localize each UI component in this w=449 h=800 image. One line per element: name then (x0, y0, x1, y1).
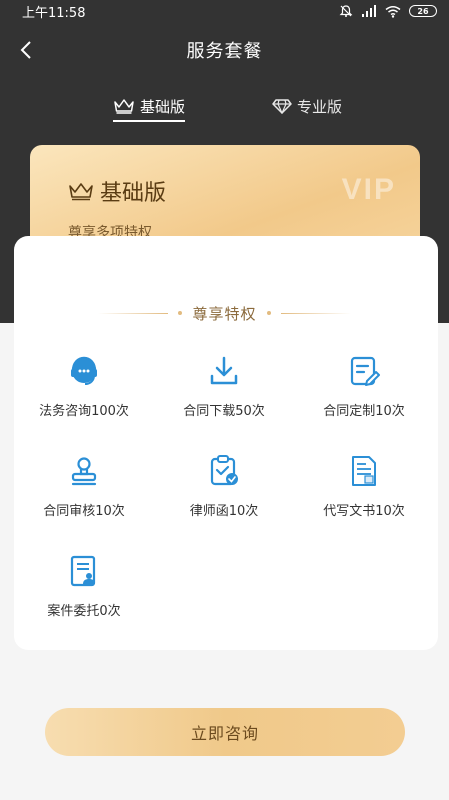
status-bar: 上午11:58 26 (0, 0, 449, 22)
consult-now-label: 立即咨询 (190, 724, 259, 743)
feature-document-writing[interactable]: 代写文书10次 (294, 454, 434, 524)
wifi-icon (385, 5, 401, 18)
stamp-icon (67, 454, 101, 488)
feature-label: 代写文书10次 (323, 504, 405, 519)
divider-dot-left (178, 311, 183, 315)
status-icons: 26 (339, 4, 437, 18)
divider-dot-right (266, 311, 271, 315)
feature-label: 合同下载50次 (183, 404, 265, 419)
plan-tabs: 基础版 专业版 (0, 90, 449, 122)
navigation-bar: 服务套餐 (0, 30, 449, 70)
feature-label: 法务咨询100次 (39, 404, 129, 419)
signal-icon (361, 4, 377, 18)
chevron-left-icon (20, 41, 31, 59)
feature-contract-custom[interactable]: 合同定制10次 (294, 354, 434, 424)
divider-left (98, 312, 169, 314)
text-document-icon (347, 454, 381, 488)
active-tab-indicator (113, 120, 185, 122)
status-time: 上午11:58 (22, 5, 86, 21)
tab-basic-label: 基础版 (140, 97, 186, 116)
feature-legal-consult[interactable]: 法务咨询100次 (14, 354, 154, 424)
diamond-icon (272, 99, 292, 114)
back-button[interactable] (14, 36, 38, 64)
section-header: 尊享特权 (0, 302, 449, 324)
headset-icon (67, 354, 101, 388)
clipboard-check-icon (207, 454, 241, 488)
feature-lawyer-letter[interactable]: 律师函10次 (154, 454, 294, 524)
tab-pro[interactable]: 专业版 (272, 90, 342, 122)
vip-watermark: VIP (341, 173, 396, 206)
feature-contract-download[interactable]: 合同下载50次 (154, 354, 294, 424)
crown-icon (69, 183, 93, 201)
document-edit-icon (347, 354, 381, 388)
section-title: 尊享特权 (192, 304, 257, 323)
vip-card-title: 基础版 (68, 175, 166, 207)
feature-contract-review[interactable]: 合同审核10次 (14, 454, 154, 524)
mute-bell-icon (339, 4, 353, 18)
crown-icon (114, 99, 134, 114)
tab-pro-label: 专业版 (297, 97, 343, 116)
feature-label: 合同定制10次 (323, 404, 405, 419)
tab-basic[interactable]: 基础版 (113, 90, 185, 122)
feature-label: 律师函10次 (189, 504, 259, 519)
battery-indicator: 26 (409, 5, 437, 17)
feature-case-delegation[interactable]: 案件委托0次 (14, 554, 154, 624)
vip-card-title-text: 基础版 (100, 181, 167, 206)
consult-now-button[interactable]: 立即咨询 (45, 708, 405, 756)
feature-label: 合同审核10次 (43, 504, 125, 519)
download-icon (207, 354, 241, 388)
case-document-icon (67, 554, 101, 588)
page-title: 服务套餐 (186, 41, 263, 62)
feature-label: 案件委托0次 (47, 604, 121, 619)
divider-right (280, 312, 351, 314)
